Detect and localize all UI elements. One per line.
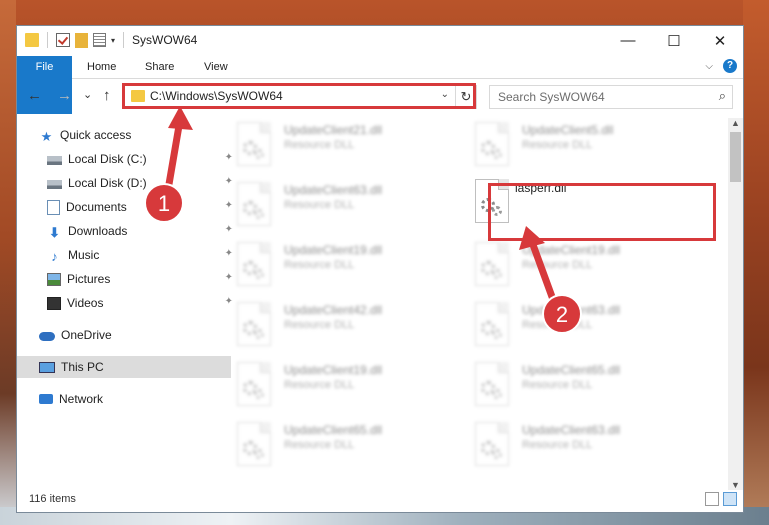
callout-badge-2: 2 <box>542 294 582 334</box>
annotation-overlay: 1 2 <box>144 106 582 334</box>
callout-number-2: 2 <box>556 302 568 327</box>
callout-badge-1: 1 <box>144 183 184 223</box>
callout-arrow-1 <box>164 106 193 194</box>
callout-arrow-2 <box>519 226 559 309</box>
callout-number-1: 1 <box>158 191 170 216</box>
